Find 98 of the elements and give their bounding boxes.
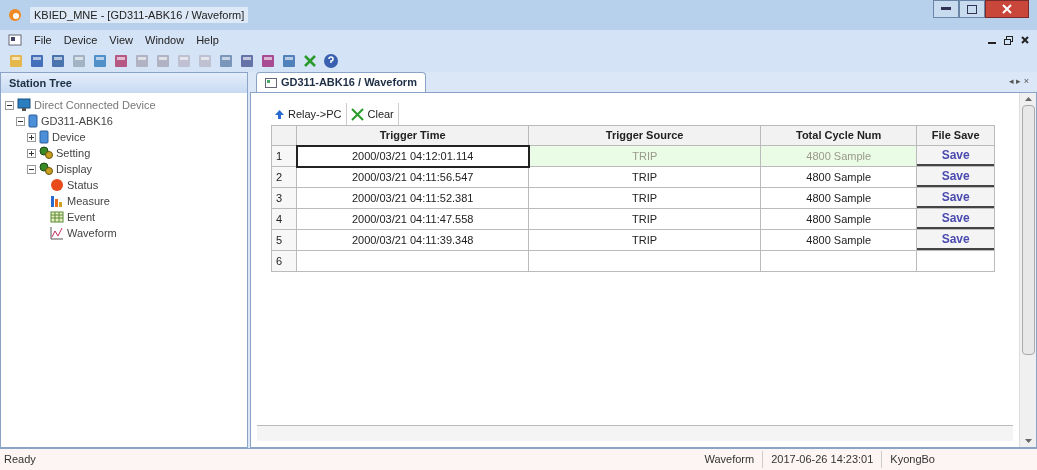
tree-item[interactable]: Measure — [67, 192, 110, 210]
save-button[interactable]: Save — [917, 188, 994, 208]
tab-scroll-arrows[interactable]: ◂ ▸ × — [1008, 74, 1029, 88]
table-cell: 2000/03/21 04:11:52.381 — [296, 187, 529, 209]
table-row[interactable]: 2 2000/03/21 04:11:56.547 TRIP 4800 Sample Save — [271, 166, 995, 188]
tree-item[interactable]: Device — [52, 128, 86, 146]
scroll-thumb[interactable] — [1021, 105, 1035, 355]
table-cell: 4800 Sample — [760, 187, 917, 209]
status-circle-icon — [50, 178, 64, 192]
table-cell: 4800 Sample — [760, 145, 917, 167]
expander-box[interactable] — [27, 148, 36, 158]
app-logo-icon — [8, 8, 22, 22]
menu-item[interactable]: Device — [63, 31, 98, 49]
document-icon — [265, 77, 277, 88]
window-title: KBIED_MNE - [GD311-ABK16 / Waveform] — [30, 6, 249, 24]
table-cell: TRIP — [528, 145, 761, 167]
close-icon[interactable] — [1021, 36, 1029, 44]
table-cell: TRIP — [528, 187, 761, 209]
table-row[interactable]: 4 2000/03/21 04:11:47.558 TRIP 4800 Sample Save — [271, 208, 995, 230]
tree-item[interactable]: Setting — [56, 144, 91, 162]
row-number: 4 — [271, 208, 297, 230]
column-header: Trigger Source — [528, 125, 761, 146]
save-button[interactable]: Save — [917, 230, 994, 250]
table-cell: 4800 Sample — [760, 166, 917, 188]
table-cell: TRIP — [528, 166, 761, 188]
column-header: File Save — [916, 125, 995, 146]
expander-box[interactable] — [27, 132, 36, 142]
line-chart-icon — [50, 226, 64, 240]
vertical-scrollbar[interactable] — [1019, 93, 1036, 447]
save-button[interactable]: Save — [917, 167, 994, 187]
menu-item[interactable]: Help — [196, 31, 219, 49]
up-arrow-icon — [275, 109, 284, 119]
row-number: 5 — [271, 229, 297, 251]
tree-item[interactable]: GD311-ABK16 — [41, 112, 113, 130]
expander-box[interactable] — [16, 116, 25, 126]
table-cell: 2000/03/21 04:11:56.547 — [296, 166, 529, 188]
status-user: KyongBo — [889, 452, 936, 468]
toolbar-icon[interactable] — [92, 53, 108, 69]
status-text: Ready — [4, 452, 36, 468]
scroll-down-icon[interactable] — [1024, 439, 1032, 443]
expander-box[interactable] — [27, 164, 36, 174]
table-cell: TRIP — [528, 229, 761, 251]
save-button[interactable]: Save — [917, 209, 994, 229]
close-icon — [1002, 4, 1012, 14]
save-button[interactable]: Save — [917, 146, 994, 166]
scroll-up-icon[interactable] — [1024, 97, 1032, 101]
expander-box[interactable] — [5, 100, 14, 110]
minimize-button[interactable] — [933, 0, 959, 18]
tree-item[interactable]: Display — [56, 160, 93, 178]
row-number: 1 — [271, 145, 297, 167]
tree-item[interactable]: Event — [67, 208, 96, 226]
monitor-icon — [17, 98, 31, 112]
gears-icon — [39, 146, 53, 160]
device-icon — [28, 114, 38, 128]
document-icon[interactable] — [8, 34, 22, 46]
tree-item[interactable]: Waveform — [67, 224, 117, 242]
maximize-button[interactable] — [959, 0, 985, 18]
cross-icon — [350, 107, 364, 121]
help-icon[interactable] — [323, 53, 339, 69]
table-cell: 2000/03/21 04:11:47.558 — [296, 208, 529, 230]
column-header: Total Cycle Num — [760, 125, 917, 146]
cross-icon[interactable] — [302, 53, 318, 69]
table-cell: 2000/03/21 04:12:01.114 — [296, 145, 529, 167]
minimize-icon — [941, 7, 951, 11]
toolbar-icon[interactable] — [113, 53, 129, 69]
gears-icon — [39, 162, 53, 176]
toolbar-icon[interactable] — [218, 53, 234, 69]
row-number: 6 — [271, 250, 297, 272]
maximize-icon — [967, 4, 977, 14]
toolbar-icon[interactable] — [50, 53, 66, 69]
bar-chart-icon — [50, 194, 64, 208]
toolbar-icon[interactable] — [239, 53, 255, 69]
table-cell: 4800 Sample — [760, 229, 917, 251]
panel-title: Station Tree — [9, 75, 72, 91]
toolbar-icon[interactable] — [281, 53, 297, 69]
column-header: Trigger Time — [296, 125, 529, 146]
table-row[interactable]: 5 2000/03/21 04:11:39.348 TRIP 4800 Sample Save — [271, 229, 995, 251]
table-cell: 2000/03/21 04:11:39.348 — [296, 229, 529, 251]
document-tab[interactable]: GD311-ABK16 / Waveform — [256, 72, 426, 92]
table-icon — [50, 210, 64, 224]
table-cell: TRIP — [528, 208, 761, 230]
table-row[interactable]: 6 — [271, 250, 995, 272]
menu-item[interactable]: File — [34, 31, 52, 49]
menu-item[interactable]: View — [109, 31, 133, 49]
close-button[interactable] — [985, 0, 1029, 18]
table-cell: 4800 Sample — [760, 208, 917, 230]
row-number: 3 — [271, 187, 297, 209]
table-row[interactable]: 1 2000/03/21 04:12:01.114 TRIP 4800 Sample Save — [271, 145, 995, 167]
tree-item[interactable]: Direct Connected Device — [34, 96, 156, 114]
menu-item[interactable]: Window — [145, 31, 185, 49]
tree-item[interactable]: Status — [67, 176, 99, 194]
device-icon — [39, 130, 49, 144]
status-datetime: 2017-06-26 14:23:01 — [763, 451, 883, 468]
row-number: 2 — [271, 166, 297, 188]
status-view: Waveform — [704, 451, 764, 468]
restore-icon[interactable] — [1004, 35, 1013, 45]
toolbar-icon[interactable] — [260, 53, 276, 69]
table-row[interactable]: 3 2000/03/21 04:11:52.381 TRIP 4800 Sample Save — [271, 187, 995, 209]
